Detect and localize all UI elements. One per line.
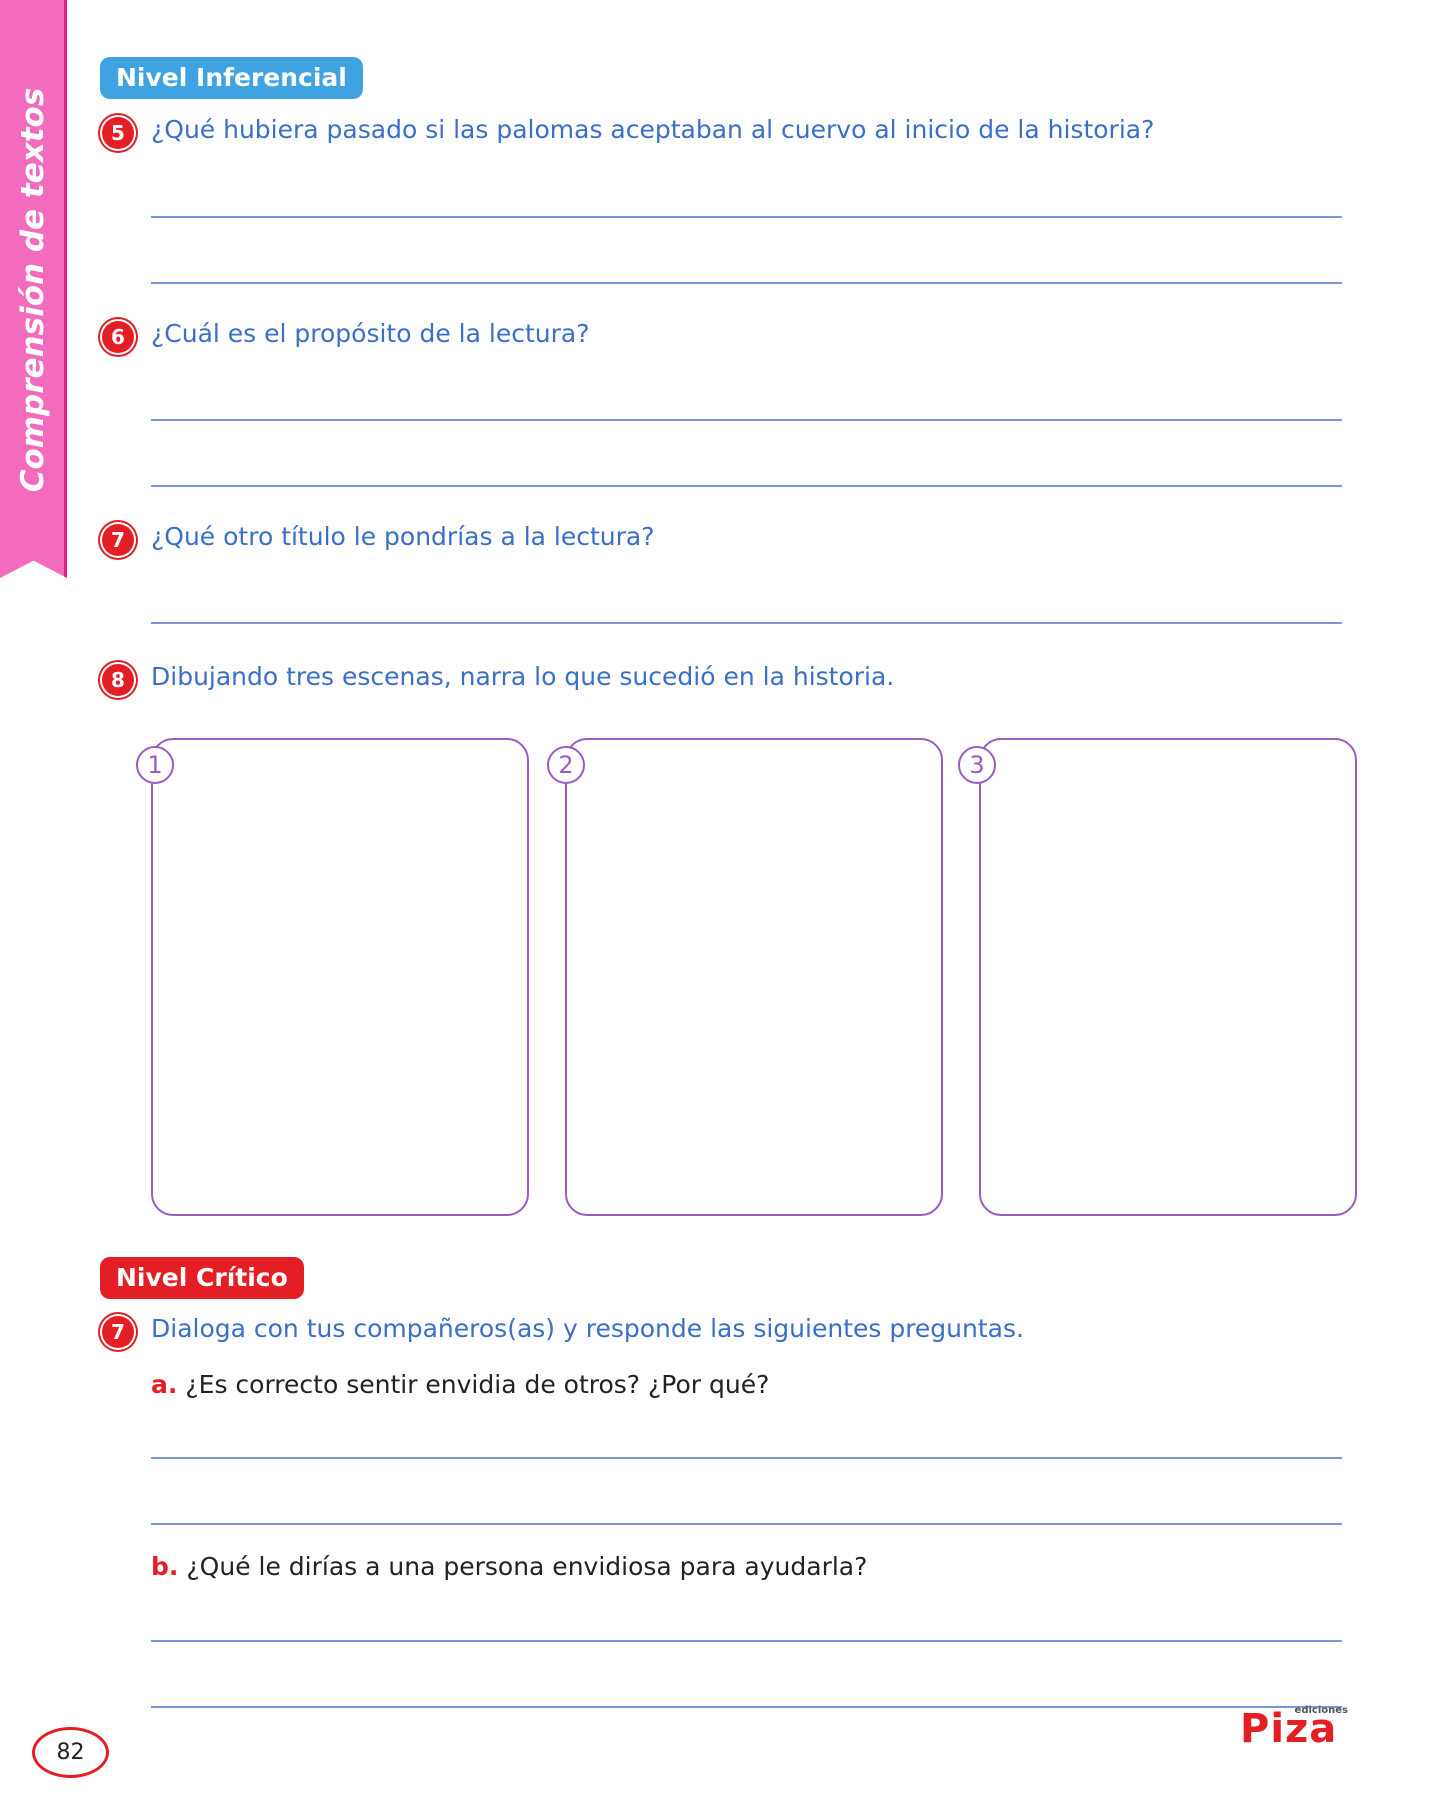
scene-number: 3 (958, 746, 996, 784)
scene-number: 2 (547, 746, 585, 784)
question-text: Dialoga con tus compañeros(as) y respond… (151, 1314, 1024, 1343)
publisher-logo: ediciones Piza (1240, 1705, 1350, 1755)
question-text: ¿Cuál es el propósito de la lectura? (151, 319, 590, 348)
question-number: 7 (102, 524, 134, 556)
question-text: Dibujando tres escenas, narra lo que suc… (151, 662, 895, 691)
answer-line[interactable] (151, 1706, 1342, 1708)
section-ribbon-label: Comprensión de textos (15, 87, 51, 493)
drawing-box-3[interactable] (979, 738, 1357, 1216)
nivel-inferencial-badge: Nivel Inferencial (100, 57, 363, 99)
question-text: ¿Qué hubiera pasado si las palomas acept… (151, 115, 1155, 144)
question-number: 7 (102, 1316, 134, 1348)
answer-line[interactable] (151, 216, 1342, 218)
answer-line[interactable] (151, 282, 1342, 284)
sub-question-text: ¿Qué le dirías a una persona envidiosa p… (186, 1552, 868, 1581)
sub-question-text: ¿Es correcto sentir envidia de otros? ¿P… (185, 1370, 770, 1399)
scene-number: 1 (136, 746, 174, 784)
sub-question-letter: b. (151, 1552, 179, 1581)
answer-line[interactable] (151, 622, 1342, 624)
answer-line[interactable] (151, 1640, 1342, 1642)
page-number: 82 (32, 1727, 109, 1778)
question-number: 8 (102, 664, 134, 696)
answer-line[interactable] (151, 419, 1342, 421)
answer-line[interactable] (151, 485, 1342, 487)
nivel-critico-badge: Nivel Crítico (100, 1257, 304, 1299)
answer-line[interactable] (151, 1523, 1342, 1525)
question-text: ¿Qué otro título le pondrías a la lectur… (151, 522, 655, 551)
question-number: 5 (102, 117, 134, 149)
sub-question-b: b. ¿Qué le dirías a una persona envidiosa… (151, 1552, 867, 1581)
logo-main-text: Piza (1240, 1706, 1338, 1752)
drawing-box-1[interactable] (151, 738, 529, 1216)
sub-question-a: a. ¿Es correcto sentir envidia de otros? … (151, 1370, 769, 1399)
sub-question-letter: a. (151, 1370, 178, 1399)
question-number: 6 (102, 321, 134, 353)
answer-line[interactable] (151, 1457, 1342, 1459)
drawing-box-2[interactable] (565, 738, 943, 1216)
